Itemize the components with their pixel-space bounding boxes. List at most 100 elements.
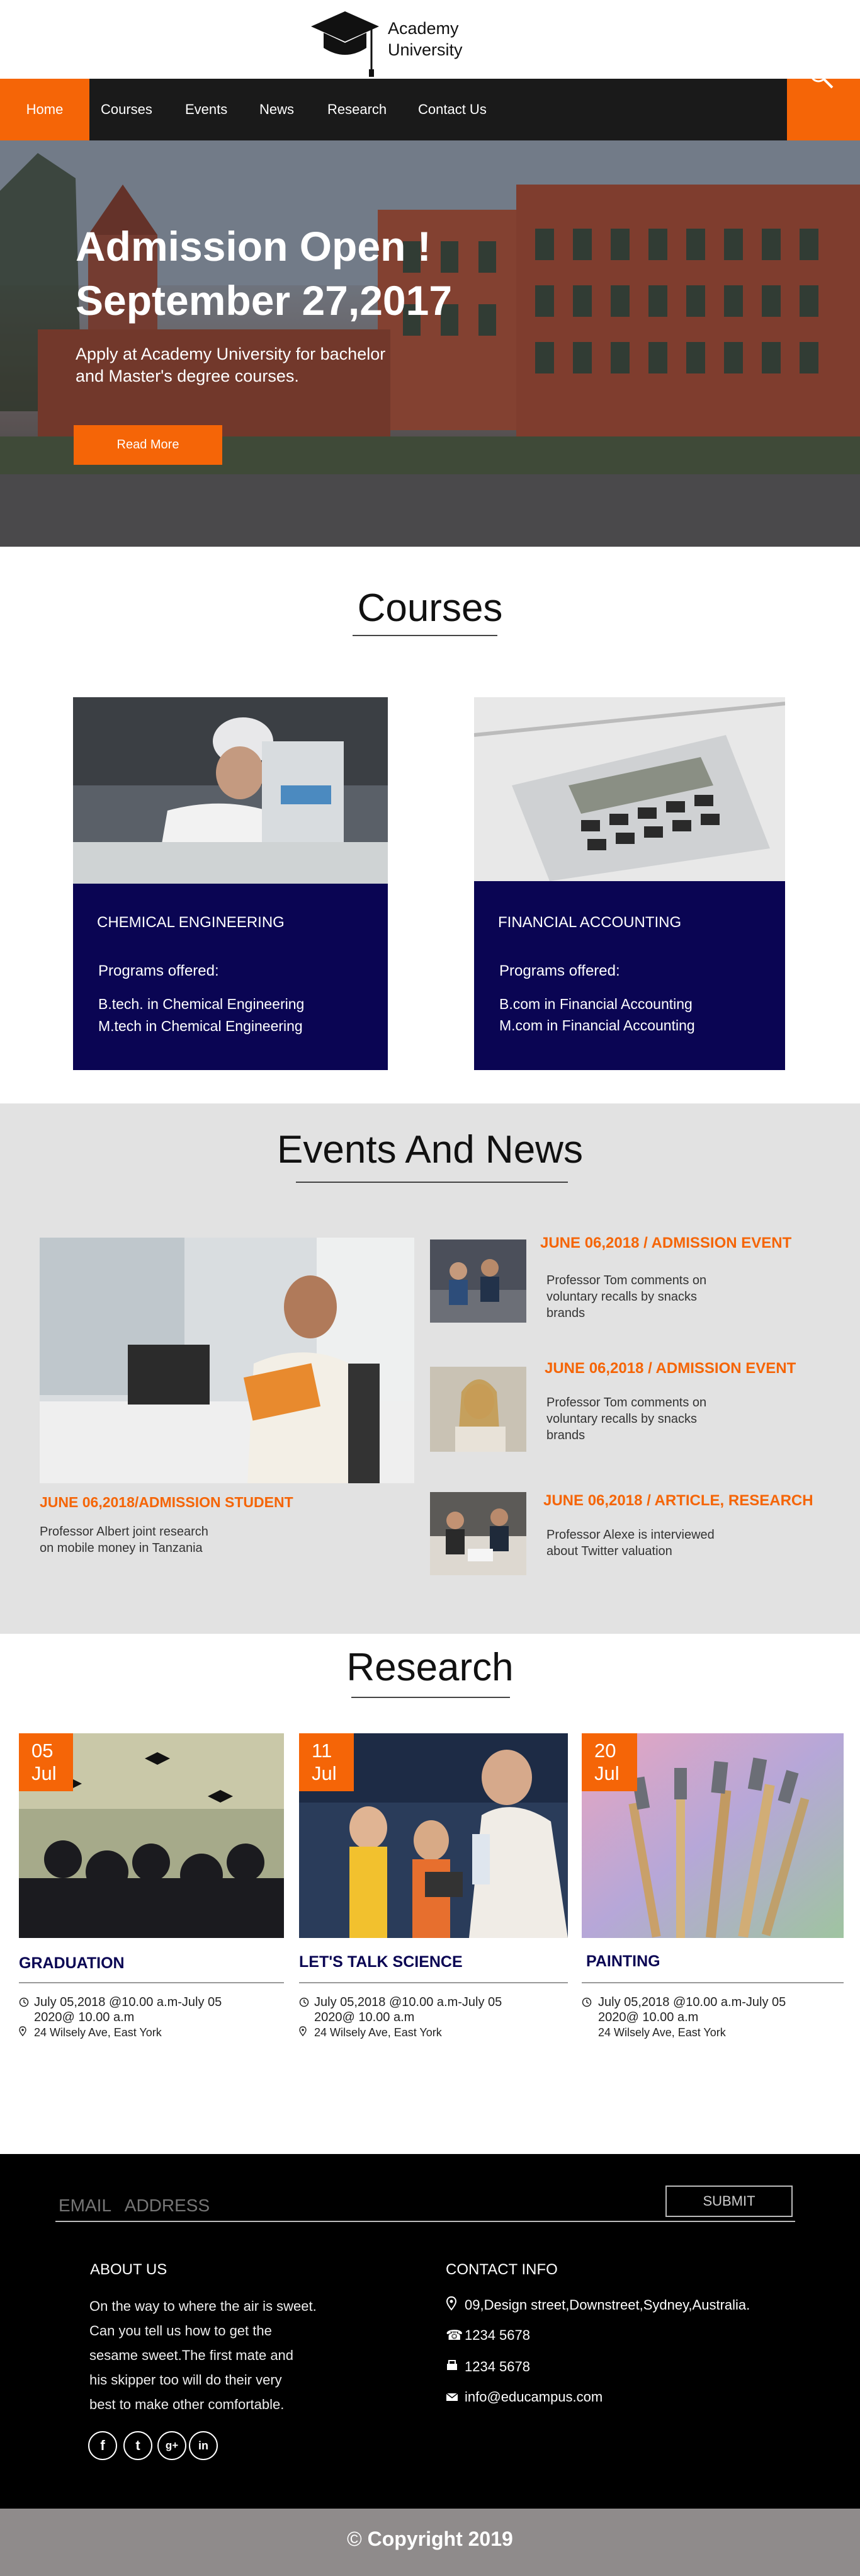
location-pin-icon [446, 2296, 465, 2315]
events-title-underline [296, 1182, 568, 1183]
research-time-line-1: July 05,2018 @10.00 a.m-July 05 [34, 1995, 222, 2009]
copyright-bar: © Copyright 2019 [0, 2509, 860, 2576]
course-image-accounting[interactable] [474, 697, 785, 881]
logo-line-2: University [388, 40, 463, 59]
email-input-underline [55, 2221, 795, 2222]
event-title[interactable]: JUNE 06,2018 / ADMISSION EVENT [545, 1360, 796, 1377]
location-pin-icon [19, 2026, 34, 2039]
mail-icon [446, 2389, 465, 2405]
featured-event-text-line-1: Professor Albert joint research [40, 1525, 208, 1539]
read-more-button[interactable]: Read More [74, 425, 222, 465]
search-button[interactable] [787, 65, 860, 140]
event-text: Professor Alexe is interviewed [546, 1528, 715, 1542]
programs-label: Programs offered: [98, 962, 219, 979]
event-text: about Twitter valuation [546, 1544, 672, 1558]
research-date-badge: 05 Jul [19, 1733, 73, 1791]
research-address: 24 Wilsely Ave, East York [314, 2026, 442, 2039]
copyright-text: Copyright 2019 [367, 2528, 513, 2550]
twitter-icon[interactable]: t [123, 2431, 152, 2460]
divider [582, 1982, 844, 1983]
contact-address: 09,Design street,Downstreet,Sydney,Austr… [465, 2297, 750, 2313]
event-text: Professor Tom comments on [546, 1274, 707, 1287]
about-line: On the way to where the air is sweet. [89, 2298, 317, 2314]
research-time-line-1: July 05,2018 @10.00 a.m-July 05 [314, 1995, 502, 2009]
hero-subtitle-line-1: Apply at Academy University for bachelor [76, 345, 386, 363]
about-us-text: On the way to where the air is sweet. Ca… [89, 2294, 341, 2417]
event-text: brands [546, 1306, 586, 1320]
date-month: Jul [31, 1762, 57, 1784]
event-title[interactable]: JUNE 06,2018 / ADMISSION EVENT [540, 1234, 791, 1252]
clock-icon [19, 1995, 34, 2025]
clock-icon [299, 1995, 314, 2025]
divider [19, 1982, 284, 1983]
event-thumbnail[interactable] [430, 1492, 526, 1575]
logo-line-1: Academy [388, 19, 459, 38]
research-address: 24 Wilsely Ave, East York [598, 2026, 726, 2039]
research-card-title[interactable]: LET'S TALK SCIENCE [299, 1953, 463, 1971]
about-us-heading: ABOUT US [90, 2261, 167, 2278]
date-day: 20 [594, 1740, 616, 1762]
events-title: Events And News [277, 1128, 583, 1171]
site-header: Academy University [0, 0, 860, 79]
hero-title-line-1: Admission Open ! [76, 223, 431, 270]
courses-title: Courses [357, 586, 503, 630]
events-section: Events And News JUNE 06,2018/ADMISSION S… [0, 1103, 860, 1634]
event-thumbnail[interactable] [430, 1240, 526, 1323]
research-title-underline [351, 1697, 510, 1698]
nav-item-contact[interactable]: Contact Us [418, 79, 487, 140]
research-card-title[interactable]: GRADUATION [19, 1954, 125, 1973]
research-time-line-2: 2020@ 10.00 a.m [314, 2010, 415, 2024]
research-date-badge: 20 Jul [582, 1733, 637, 1791]
main-nav: Home Courses Events News Research Contac… [0, 65, 860, 140]
linkedin-icon[interactable]: in [189, 2431, 218, 2460]
google-plus-icon[interactable]: g+ [157, 2431, 186, 2460]
nav-item-research[interactable]: Research [327, 79, 387, 140]
research-date-badge: 11 Jul [299, 1733, 354, 1791]
contact-email[interactable]: info@educampus.com [465, 2389, 603, 2405]
logo[interactable]: Academy University [308, 9, 560, 78]
graduation-cap-icon [308, 9, 382, 78]
nav-item-home[interactable]: Home [0, 79, 89, 140]
research-address: 24 Wilsely Ave, East York [34, 2026, 162, 2039]
about-line: sesame sweet.The first mate and [89, 2347, 294, 2363]
nav-item-news[interactable]: News [259, 79, 294, 140]
course-card-accounting[interactable]: FINANCIAL ACCOUNTING Programs offered: B… [474, 881, 785, 1070]
about-line: best to make other comfortable. [89, 2396, 285, 2412]
research-card-title[interactable]: PAINTING [586, 1952, 660, 1971]
location-pin-icon [299, 2026, 314, 2039]
event-title[interactable]: JUNE 06,2018 / ARTICLE, RESEARCH [543, 1492, 813, 1510]
nav-item-courses[interactable]: Courses [101, 79, 152, 140]
course-image-chemical[interactable] [73, 697, 388, 884]
hero-title-line-2: September 27,2017 [76, 277, 453, 324]
fax-icon [446, 2359, 465, 2375]
courses-title-underline [353, 635, 497, 636]
featured-event-title[interactable]: JUNE 06,2018/ADMISSION STUDENT [40, 1494, 293, 1511]
contact-info-heading: CONTACT INFO [446, 2261, 558, 2278]
research-time-line-2: 2020@ 10.00 a.m [34, 2010, 135, 2024]
clock-icon [582, 1995, 598, 2025]
contact-phone[interactable]: 1234 5678 [465, 2327, 530, 2344]
programs-label: Programs offered: [499, 962, 620, 979]
facebook-icon[interactable]: f [88, 2431, 117, 2460]
submit-button[interactable]: SUBMIT [665, 2186, 793, 2217]
featured-event-text-line-2: on mobile money in Tanzania [40, 1541, 203, 1555]
search-icon [807, 55, 835, 117]
event-text: brands [546, 1428, 586, 1442]
site-footer: SUBMIT ABOUT US On the way to where the … [0, 2154, 860, 2509]
event-thumbnail[interactable] [430, 1367, 526, 1452]
event-text: Professor Tom comments on [546, 1396, 707, 1410]
program-item: B.tech. in Chemical Engineering [98, 996, 305, 1012]
phone-icon: ☎ [446, 2327, 463, 2343]
research-time-line-1: July 05,2018 @10.00 a.m-July 05 [598, 1995, 786, 2009]
email-input[interactable] [59, 2194, 625, 2217]
hero-banner: Admission Open ! September 27,2017 Apply… [0, 140, 860, 547]
featured-event-image[interactable] [40, 1238, 414, 1483]
program-item: B.com in Financial Accounting [499, 996, 693, 1012]
contact-fax: 1234 5678 [465, 2359, 530, 2374]
date-month: Jul [312, 1762, 337, 1784]
nav-item-events[interactable]: Events [185, 79, 227, 140]
about-line: his skipper too will do their very [89, 2372, 282, 2388]
course-name: FINANCIAL ACCOUNTING [498, 914, 682, 931]
hero-subtitle-line-2: and Master's degree courses. [76, 367, 299, 385]
course-card-chemical[interactable]: CHEMICAL ENGINEERING Programs offered: B… [73, 884, 388, 1070]
